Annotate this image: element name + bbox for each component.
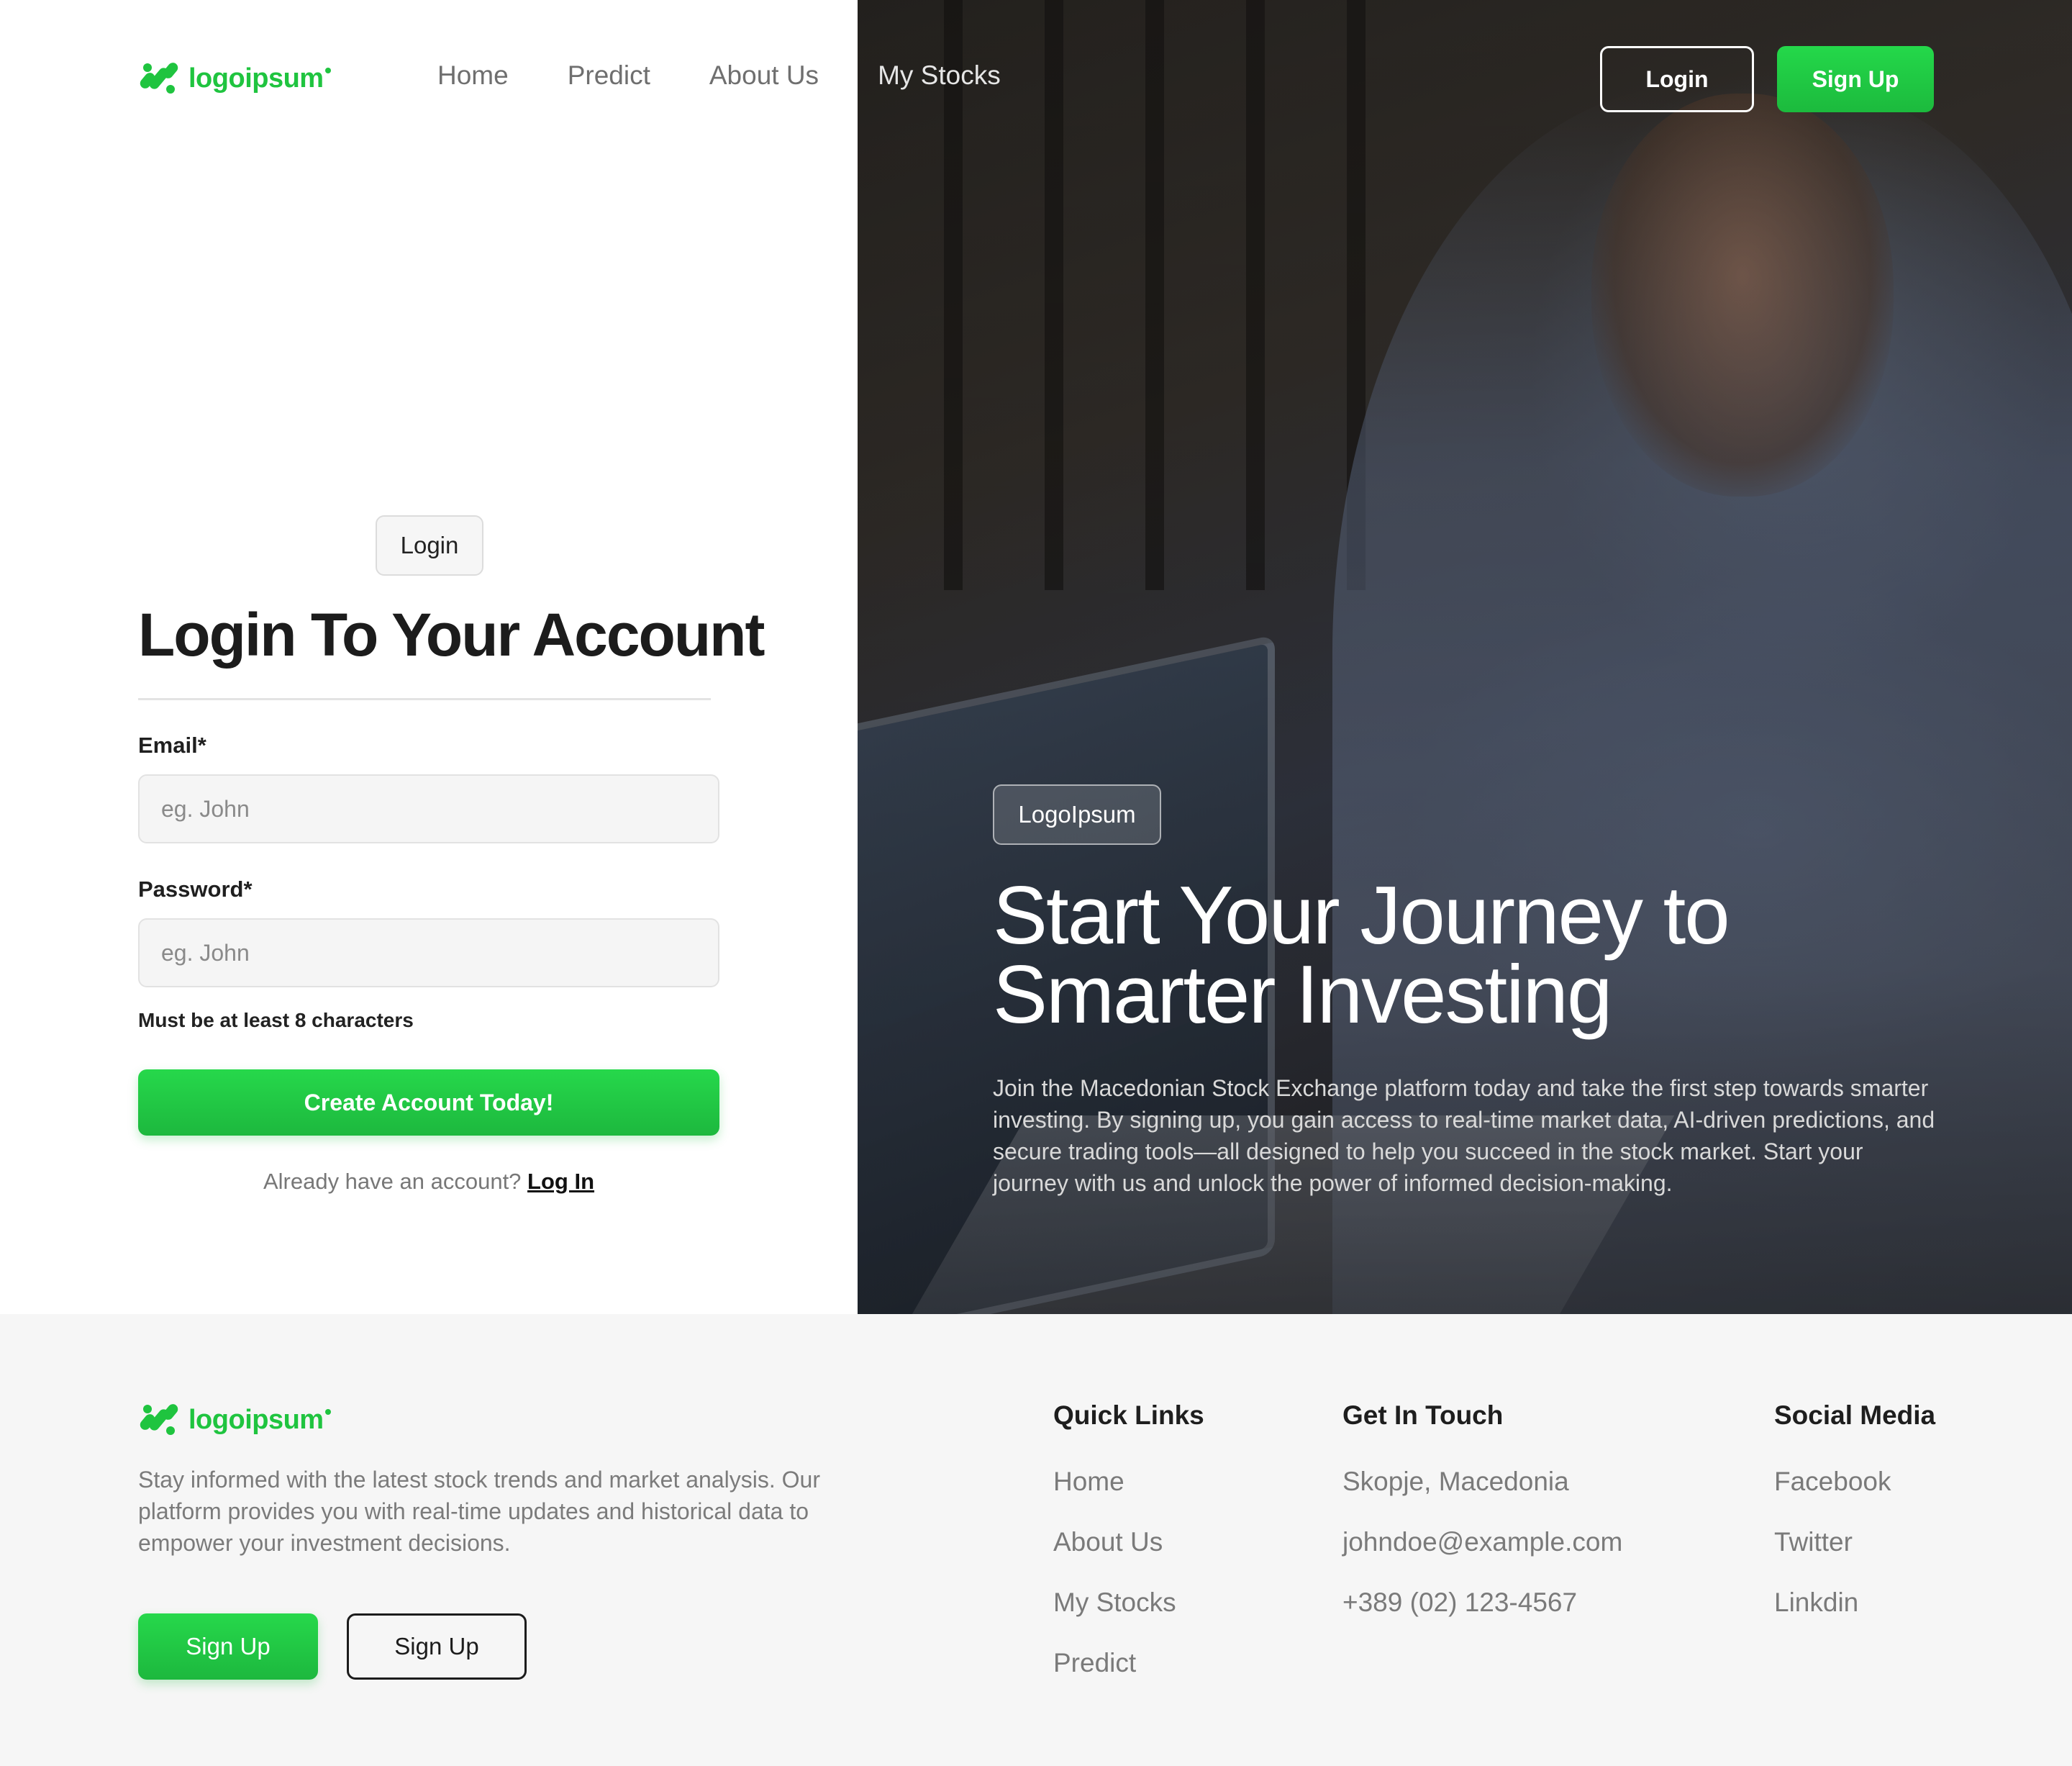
footer-link-about-us[interactable]: About Us — [1053, 1526, 1204, 1559]
email-label: Email* — [138, 733, 206, 758]
logo-text: logoipsum — [188, 63, 324, 94]
hero-title-line-2: Smarter Investing — [993, 949, 1612, 1041]
logo-icon — [140, 63, 178, 94]
hero-title: Start Your Journey to Smarter Investing — [993, 875, 1986, 1036]
contact-email[interactable]: johndoe@example.com — [1342, 1526, 1622, 1559]
social-media-heading: Social Media — [1774, 1400, 1936, 1430]
password-label: Password* — [138, 877, 253, 902]
footer-description: Stay informed with the latest stock tren… — [138, 1467, 820, 1556]
hero-section: logoipsum Home Predict About Us My Stock… — [0, 0, 2072, 1314]
quick-links-heading: Quick Links — [1053, 1400, 1204, 1430]
hero-badge: LogoIpsum — [993, 784, 1161, 845]
contact-phone[interactable]: +389 (02) 123-4567 — [1342, 1586, 1622, 1619]
password-hint: Must be at least 8 characters — [138, 1009, 414, 1031]
login-badge: Login — [376, 515, 483, 576]
nav-link-about-us[interactable]: About Us — [709, 60, 819, 91]
get-in-touch-column: Get In Touch Skopje, Macedonia johndoe@e… — [1342, 1400, 1622, 1647]
footer-signup-button-secondary[interactable]: Sign Up — [347, 1613, 527, 1680]
main-nav: Home Predict About Us My Stocks — [437, 60, 1060, 91]
nav-link-predict[interactable]: Predict — [568, 60, 650, 91]
footer-signup-button-primary[interactable]: Sign Up — [138, 1613, 318, 1680]
footer-logo[interactable]: logoipsum — [138, 1399, 331, 1441]
already-text: Already have an account? — [263, 1169, 522, 1194]
footer-link-home[interactable]: Home — [1053, 1465, 1204, 1498]
contact-address: Skopje, Macedonia — [1342, 1467, 1569, 1496]
nav-link-my-stocks[interactable]: My Stocks — [878, 60, 1001, 91]
social-link-facebook[interactable]: Facebook — [1774, 1465, 1935, 1498]
logo-dot — [324, 1409, 331, 1415]
nav-signup-button[interactable]: Sign Up — [1777, 46, 1934, 112]
nav-link-home[interactable]: Home — [437, 60, 509, 91]
page-title: Login To Your Account — [138, 601, 765, 669]
social-link-twitter[interactable]: Twitter — [1774, 1526, 1935, 1559]
create-account-button[interactable]: Create Account Today! — [138, 1069, 719, 1136]
hero-description: Join the Macedonian Stock Exchange platf… — [993, 1075, 1935, 1196]
header-logo[interactable]: logoipsum — [138, 58, 331, 99]
title-divider — [138, 698, 711, 700]
footer: logoipsum Stay informed with the latest … — [0, 1314, 2072, 1766]
social-media-column: Social Media Facebook Twitter Linkdin — [1774, 1400, 1935, 1647]
footer-link-predict[interactable]: Predict — [1053, 1647, 1204, 1680]
get-in-touch-heading: Get In Touch — [1342, 1400, 1504, 1430]
already-have-account: Already have an account? Log In — [0, 1169, 858, 1195]
logo-icon — [140, 1404, 178, 1435]
nav-login-button[interactable]: Login — [1600, 46, 1754, 112]
login-link[interactable]: Log In — [527, 1169, 594, 1194]
quick-links-column: Quick Links Home About Us My Stocks Pred… — [1053, 1400, 1204, 1707]
logo-text: logoipsum — [188, 1404, 324, 1435]
password-field[interactable] — [138, 918, 719, 987]
logo-dot — [324, 68, 331, 73]
social-link-linkedin[interactable]: Linkdin — [1774, 1586, 1935, 1619]
email-field[interactable] — [138, 774, 719, 843]
footer-link-my-stocks[interactable]: My Stocks — [1053, 1586, 1204, 1619]
hero-title-line-1: Start Your Journey to — [993, 870, 1730, 961]
